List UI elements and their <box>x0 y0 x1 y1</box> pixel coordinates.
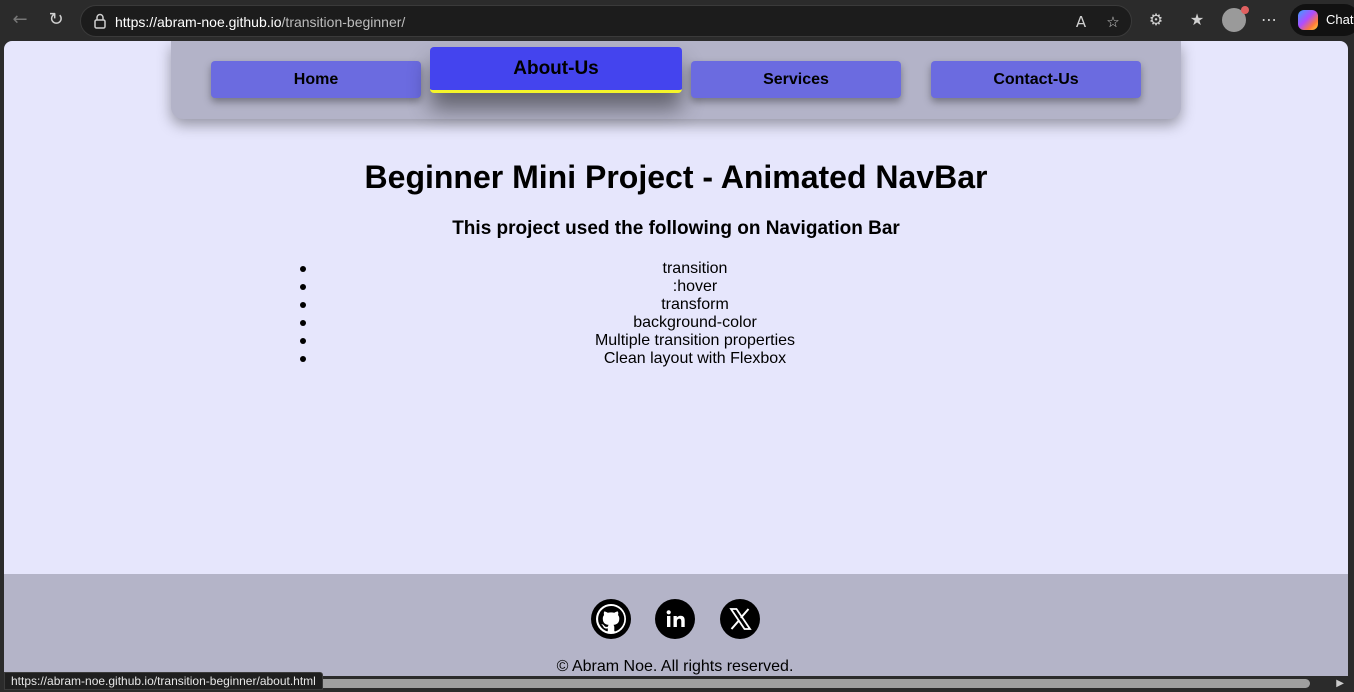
list-item-text: :hover <box>672 278 718 295</box>
nav-item-about-us[interactable]: About-Us <box>430 47 682 93</box>
more-icon[interactable]: ⋯ <box>1258 9 1280 31</box>
list-item: background-color <box>300 314 1090 332</box>
scroll-right-icon[interactable]: ▶ <box>1336 678 1344 689</box>
read-aloud-icon[interactable]: A <box>1071 12 1091 32</box>
list-item: Multiple transition properties <box>300 332 1090 350</box>
footer: © Abram Noe. All rights reserved. <box>4 574 1348 676</box>
profile-avatar[interactable] <box>1222 6 1249 32</box>
reload-icon[interactable]: ↻ <box>44 8 68 32</box>
url-path: /transition-beginner/ <box>281 14 406 30</box>
chat-label: Chat <box>1326 12 1354 27</box>
nav-item-home[interactable]: Home <box>211 61 421 98</box>
nav-item-contact-us[interactable]: Contact-Us <box>931 61 1141 98</box>
list-item-text: Clean layout with Flexbox <box>603 350 787 367</box>
bullet <box>300 338 306 344</box>
bullet <box>300 320 306 326</box>
copilot-chat-button[interactable]: Chat <box>1290 4 1354 36</box>
lock-icon[interactable] <box>91 12 109 30</box>
bullet <box>300 266 306 272</box>
url-host: https://abram-noe.github.io <box>115 14 282 30</box>
page-subtitle: This project used the following on Navig… <box>452 218 900 239</box>
status-bar-url: https://abram-noe.github.io/transition-b… <box>4 672 323 690</box>
list-item: transform <box>300 296 1090 314</box>
list-item-text: transition <box>662 260 728 277</box>
navbar: Home About-Us Services Contact-Us <box>171 41 1181 119</box>
list-item: Clean layout with Flexbox <box>300 350 1090 368</box>
feature-list: transition :hover transform background-c… <box>300 260 1090 368</box>
nav-item-services[interactable]: Services <box>691 61 901 98</box>
copilot-icon <box>1298 10 1318 30</box>
list-item: transition <box>300 260 1090 278</box>
favorite-star-icon[interactable]: ☆ <box>1103 12 1123 32</box>
address-bar[interactable]: https://abram-noe.github.io/transition-b… <box>80 5 1132 37</box>
github-icon[interactable] <box>591 599 631 639</box>
bullet <box>300 356 306 362</box>
browser-toolbar: ← ↻ https://abram-noe.github.io/transiti… <box>0 0 1354 41</box>
list-item: :hover <box>300 278 1090 296</box>
x-twitter-icon[interactable] <box>720 599 760 639</box>
list-item-text: Multiple transition properties <box>594 332 796 349</box>
bullet <box>300 302 306 308</box>
bullet <box>300 284 306 290</box>
page-title: Beginner Mini Project - Animated NavBar <box>364 159 988 195</box>
favorites-icon[interactable]: ★ <box>1186 9 1208 31</box>
extensions-icon[interactable]: ⚙ <box>1145 9 1167 31</box>
back-icon[interactable]: ← <box>8 8 32 32</box>
url-text[interactable]: https://abram-noe.github.io/transition-b… <box>115 14 405 30</box>
list-item-text: background-color <box>633 314 757 331</box>
linkedin-icon[interactable] <box>655 599 695 639</box>
list-item-text: transform <box>661 296 729 313</box>
page-viewport: Home About-Us Services Contact-Us Beginn… <box>4 41 1348 676</box>
